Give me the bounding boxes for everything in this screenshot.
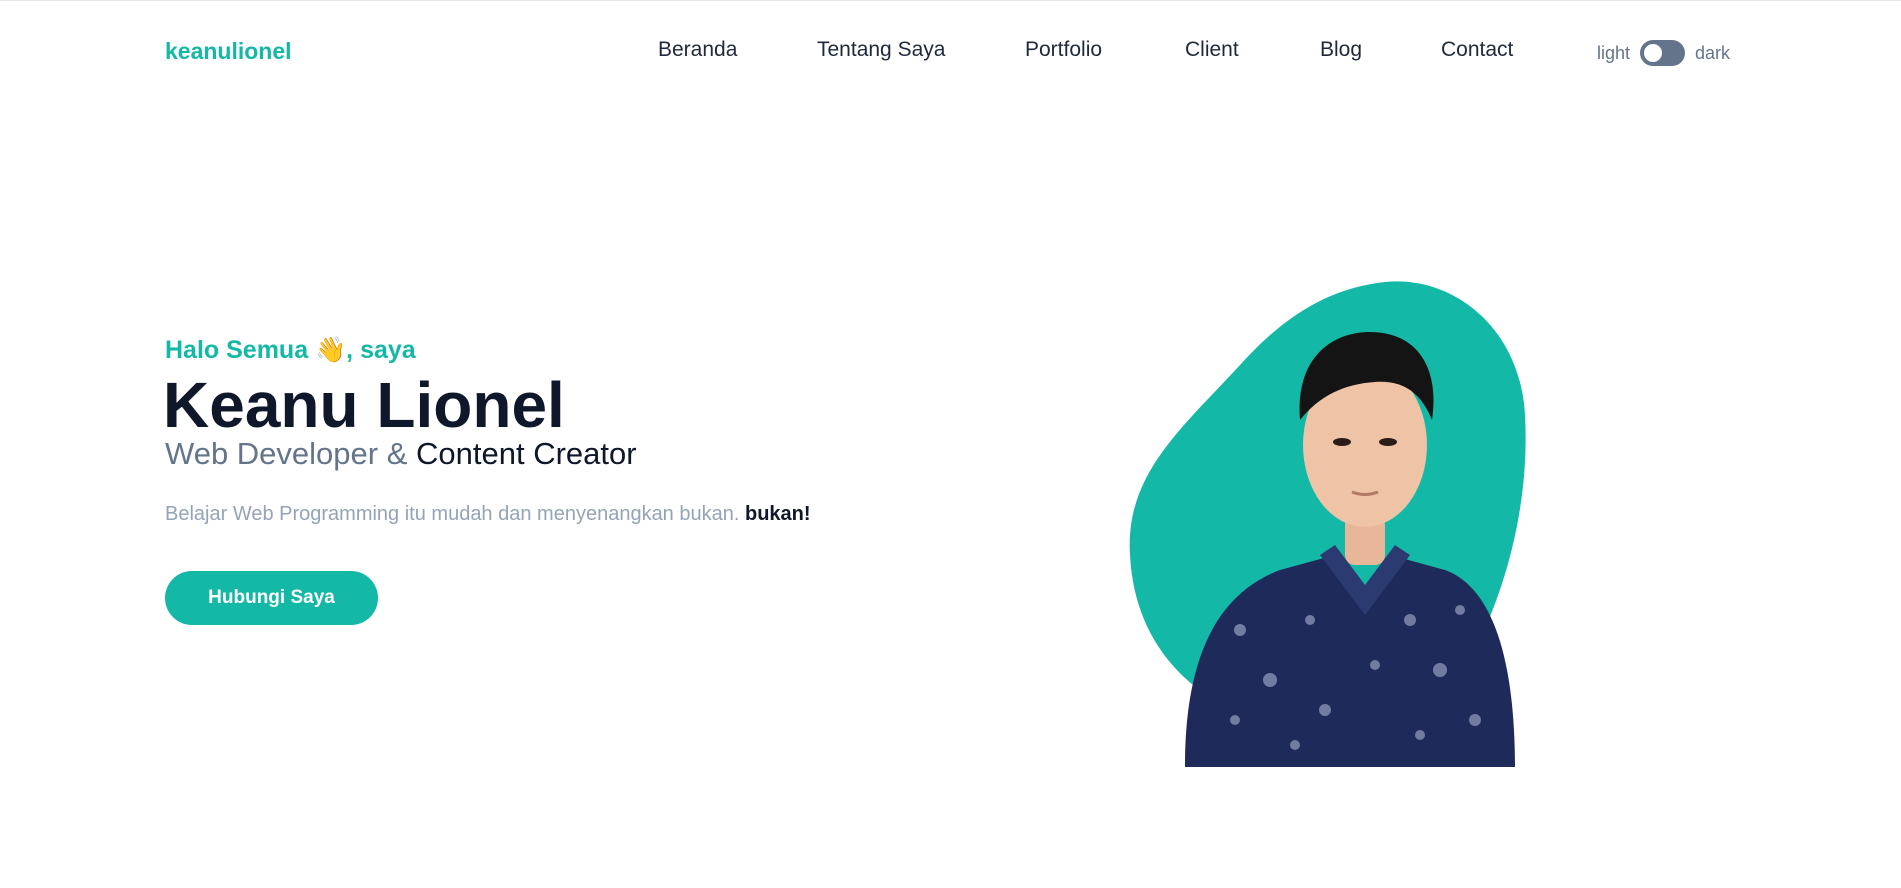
hero-name: Keanu Lionel xyxy=(163,369,565,441)
light-label: light xyxy=(1597,42,1631,63)
nav-item-portfolio[interactable]: Portfolio xyxy=(1025,38,1102,62)
tagline-bold: bukan! xyxy=(744,503,811,525)
theme-toggle-switch[interactable] xyxy=(1640,40,1686,66)
toggle-knob xyxy=(1644,44,1663,62)
hero-greeting: Halo Semua 👋, saya xyxy=(165,336,416,364)
nav-item-client[interactable]: Client xyxy=(1185,38,1239,62)
hero-tagline: Belajar Web Programming itu mudah dan me… xyxy=(165,503,811,526)
site-header: keanulionel Beranda Tentang Saya Portfol… xyxy=(0,0,1901,102)
dark-label: dark xyxy=(1695,42,1731,63)
theme-toggle-group: light dark xyxy=(1597,38,1730,68)
tagline-text: Belajar Web Programming itu mudah dan me… xyxy=(165,503,745,525)
hero-illustration xyxy=(1129,281,1526,767)
hero-role: Web Developer & Content Creator xyxy=(165,436,637,472)
contact-me-button[interactable]: Hubungi Saya xyxy=(165,571,378,625)
nav-item-tentang-saya[interactable]: Tentang Saya xyxy=(817,38,945,62)
nav-item-beranda[interactable]: Beranda xyxy=(658,38,737,62)
role-secondary: Content Creator xyxy=(416,436,637,471)
nav-item-blog[interactable]: Blog xyxy=(1320,38,1362,62)
role-primary: Web Developer & xyxy=(165,436,416,471)
nav-item-contact[interactable]: Contact xyxy=(1441,38,1513,62)
